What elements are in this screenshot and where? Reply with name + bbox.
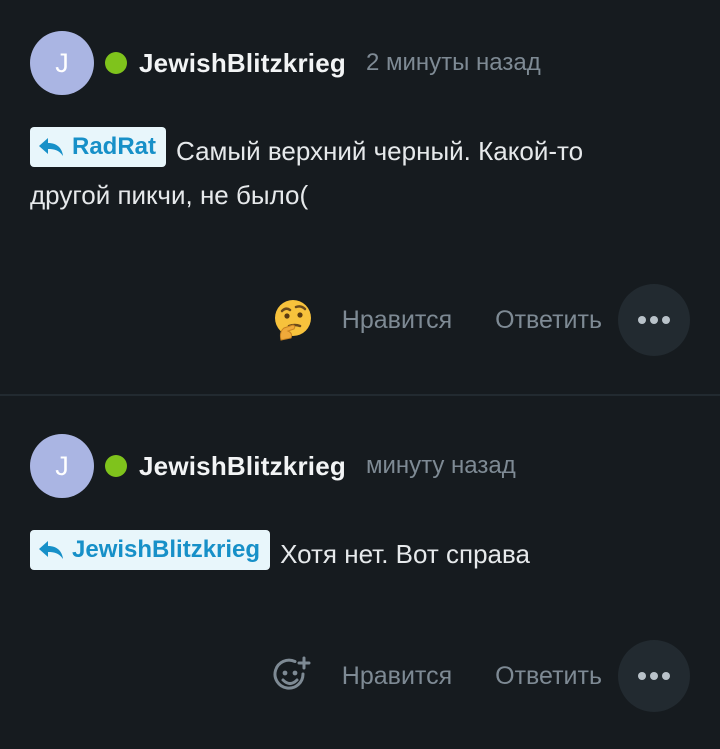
reply-arrow-icon [39,138,63,156]
comment-actions: Нравится Ответить [271,284,690,356]
comment-header: J JewishBlitzkrieg минуту назад [30,434,516,498]
online-status-dot [105,52,127,74]
more-dot [638,672,646,680]
more-dot [662,672,670,680]
comment-body: JewishBlitzkrieg Хотя нет. Вот справа [30,530,670,576]
username[interactable]: JewishBlitzkrieg [139,48,346,79]
avatar[interactable]: J [30,31,94,95]
thinking-face-emoji-icon [274,300,311,341]
comments-feed: J JewishBlitzkrieg 2 минуты назад RadRat… [0,0,720,749]
add-reaction-icon [273,656,311,690]
reaction-button[interactable] [271,654,315,698]
reply-button[interactable]: Ответить [495,662,602,691]
reply-arrow-icon [39,541,63,559]
reply-to-tag[interactable]: JewishBlitzkrieg [30,530,271,570]
like-button[interactable]: Нравится [342,306,452,335]
comment-body: RadRat Самый верхний черный. Какой-то др… [30,127,670,217]
avatar[interactable]: J [30,434,94,498]
more-dot [650,316,658,324]
like-button[interactable]: Нравится [342,662,452,691]
reply-button[interactable]: Ответить [495,306,602,335]
reply-to-username: JewishBlitzkrieg [72,536,261,563]
comment-text: Хотя нет. Вот справа [280,539,530,569]
reaction-button[interactable] [271,298,315,342]
comment: J JewishBlitzkrieg 2 минуты назад RadRat… [0,0,720,395]
comment-actions: Нравится Ответить [271,640,690,712]
reply-to-tag[interactable]: RadRat [30,127,167,167]
comment: J JewishBlitzkrieg минуту назад JewishBl… [0,396,720,749]
username[interactable]: JewishBlitzkrieg [139,451,346,482]
more-dot [650,672,658,680]
reply-to-username: RadRat [72,133,157,160]
more-options-button[interactable] [618,640,690,712]
online-status-dot [105,455,127,477]
more-dot [662,316,670,324]
timestamp: минуту назад [365,452,516,479]
timestamp: 2 минуты назад [365,49,541,76]
more-options-button[interactable] [618,284,690,356]
more-dot [638,316,646,324]
comment-header: J JewishBlitzkrieg 2 минуты назад [30,31,541,95]
